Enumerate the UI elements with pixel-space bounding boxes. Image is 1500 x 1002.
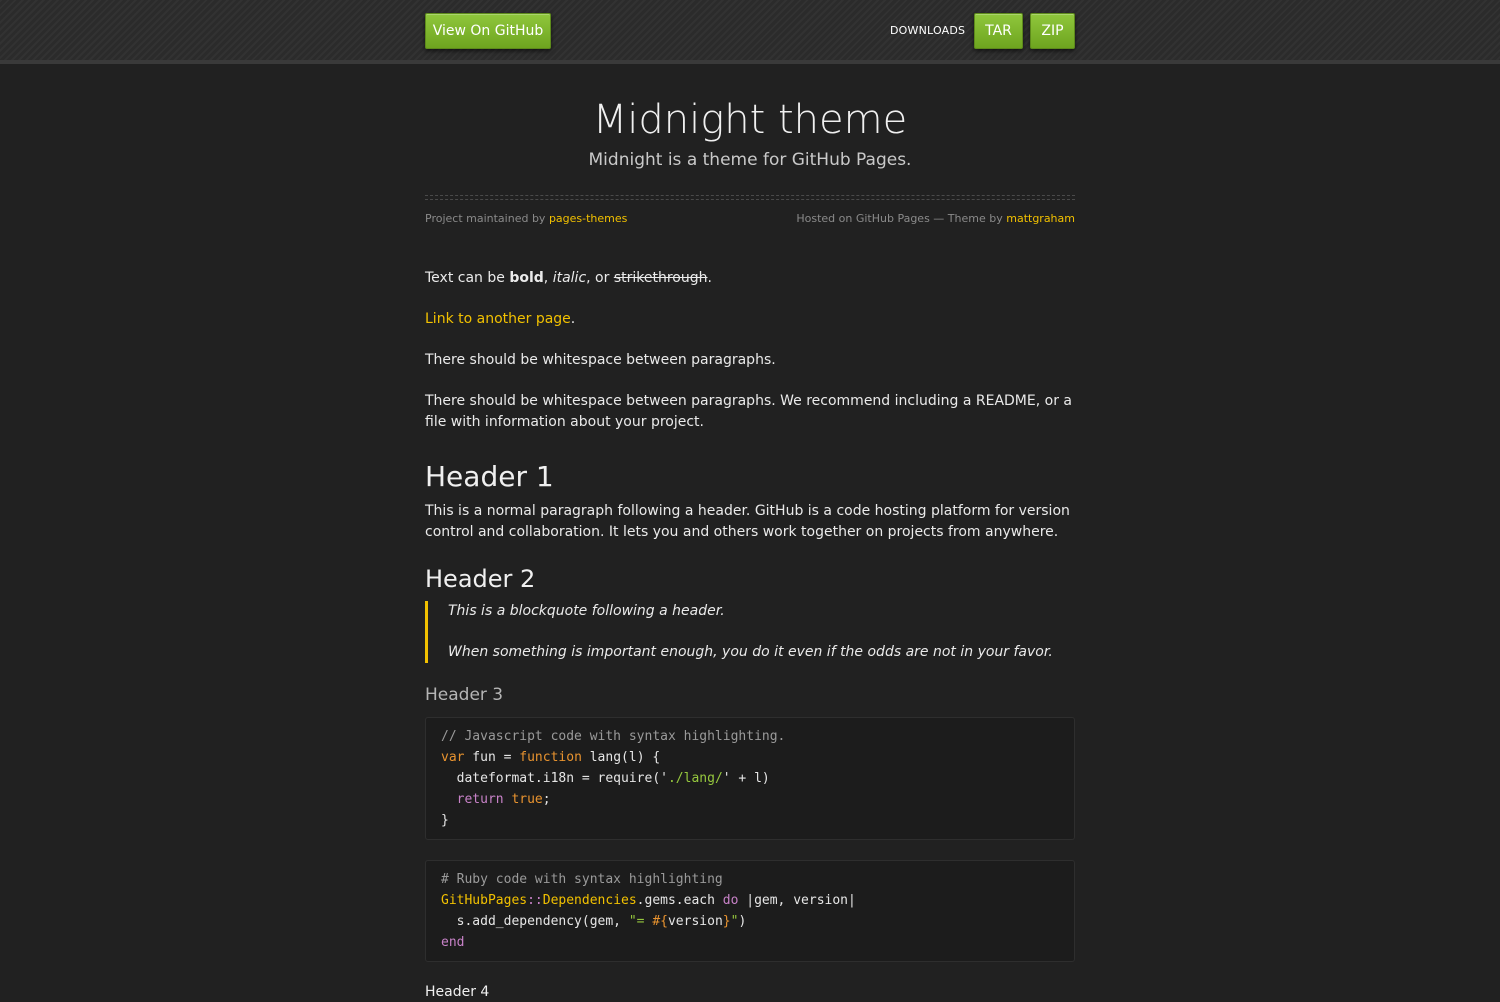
code-text: ' + l) (722, 771, 770, 786)
formatting-paragraph: Text can be bold, italic, or strikethrou… (425, 268, 1075, 289)
header-4: Header 4 (425, 984, 490, 1000)
code-string: "= (628, 914, 653, 929)
text-run: . (570, 311, 576, 327)
code-text: .gems.each (636, 893, 723, 908)
header-3: Header 3 (425, 685, 504, 705)
theme-credit-prefix: Hosted on GitHub Pages — Theme by (796, 212, 1007, 225)
code-keyword: return (456, 792, 504, 807)
code-interpolation: #{ (652, 914, 668, 929)
download-tar-button[interactable]: TAR (974, 13, 1023, 49)
bold-text: bold (509, 270, 544, 286)
code-class: GitHubPages (441, 893, 528, 908)
code-literal: true (511, 792, 543, 807)
quote-line: This is a blockquote following a header. (448, 603, 725, 619)
text-run: Text can be (425, 270, 510, 286)
theme-credit: Hosted on GitHub Pages — Theme by mattgr… (796, 212, 1075, 225)
maintainer-prefix: Project maintained by (425, 212, 549, 225)
header-1: Header 1 (425, 460, 554, 493)
theme-author-link[interactable]: mattgraham (1006, 212, 1075, 225)
code-text: } (441, 813, 449, 828)
top-bar: View On GitHub DOWNLOADS TAR ZIP (0, 0, 1500, 64)
code-string: ./lang/ (667, 771, 723, 786)
downloads-label: DOWNLOADS (890, 24, 966, 37)
javascript-code-block: // Javascript code with syntax highlight… (425, 717, 1075, 840)
link-paragraph: Link to another page. (425, 309, 1075, 330)
code-text: version (667, 914, 723, 929)
code-comment: // Javascript code with syntax highlight… (441, 729, 786, 744)
code-keyword: var (441, 750, 465, 765)
blockquote: This is a blockquote following a header.… (425, 601, 1075, 663)
code-keyword: function (519, 750, 582, 765)
strikethrough-text: strikethrough (613, 270, 708, 286)
maintainer-link[interactable]: pages-themes (549, 212, 627, 225)
code-interpolation: } (722, 914, 731, 929)
view-on-github-button[interactable]: View On GitHub (425, 13, 551, 49)
paragraph: This is a normal paragraph following a h… (425, 503, 1070, 540)
ruby-code-block: # Ruby code with syntax highlighting Git… (425, 860, 1075, 962)
code-text: s.add_dependency(gem, (441, 914, 629, 929)
code-keyword: end (441, 935, 465, 950)
code-text: |gem, version| (738, 893, 856, 908)
code-class: Dependencies (542, 893, 637, 908)
header-divider (425, 195, 1075, 200)
main-content: Text can be bold, italic, or strikethrou… (425, 228, 1075, 1002)
page-title: Midnight theme (592, 97, 908, 143)
credits-bar: Project maintained by pages-themes Hoste… (425, 212, 1075, 228)
quote-line: When something is important enough, you … (448, 644, 1053, 660)
paragraph: There should be whitespace between parag… (425, 393, 1072, 430)
code-text: dateformat.i18n = require(' (441, 771, 668, 786)
code-text: fun = (464, 750, 520, 765)
text-run: , (543, 270, 553, 286)
header-2: Header 2 (425, 565, 536, 593)
code-text: ; (542, 792, 551, 807)
code-keyword: do (722, 893, 739, 908)
page-wrapper: Midnight theme Midnight is a theme for G… (425, 64, 1075, 1002)
italic-text: italic (552, 270, 587, 286)
code-text: ) (738, 914, 747, 929)
page-subtitle: Midnight is a theme for GitHub Pages. (588, 150, 912, 170)
download-zip-button[interactable]: ZIP (1030, 13, 1075, 49)
text-run: . (707, 270, 712, 286)
maintainer-credit: Project maintained by pages-themes (425, 212, 627, 225)
paragraph: There should be whitespace between parag… (425, 352, 776, 368)
code-operator: :: (527, 893, 543, 908)
text-run: , or (586, 270, 614, 286)
code-text: lang(l) { (581, 750, 661, 765)
code-comment: # Ruby code with syntax highlighting (441, 872, 723, 887)
page-header: Midnight theme Midnight is a theme for G… (425, 64, 1075, 172)
another-page-link[interactable]: Link to another page (425, 311, 571, 327)
